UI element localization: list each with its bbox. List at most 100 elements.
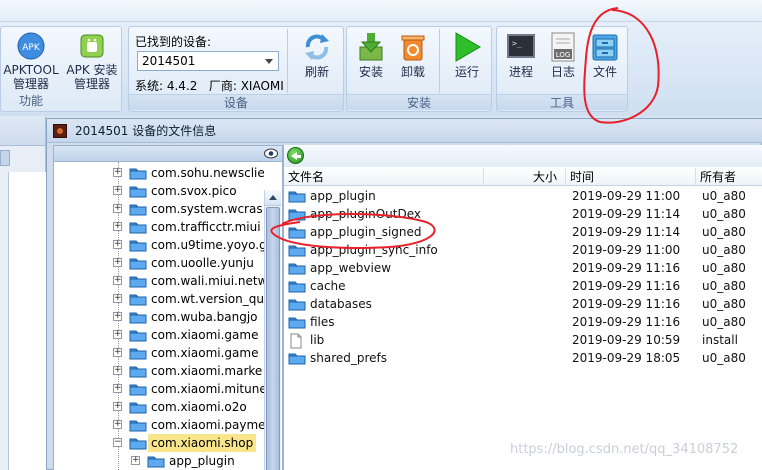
file-row[interactable]: app_plugin_signed 2019-09-29 11:14 u0_a80 bbox=[284, 223, 762, 241]
svg-text:APK: APK bbox=[22, 43, 41, 53]
tree-scrollbar[interactable] bbox=[264, 190, 281, 470]
background-pane-button[interactable] bbox=[0, 150, 10, 166]
column-header-time[interactable]: 时间 bbox=[566, 168, 696, 186]
tree-item[interactable]: + com.wuba.bangjo bbox=[54, 308, 264, 326]
tree-item[interactable]: + com.xiaomi.payme bbox=[54, 416, 266, 434]
expand-toggle-icon[interactable]: + bbox=[113, 240, 122, 249]
refresh-button[interactable]: 刷新 bbox=[295, 31, 339, 79]
expand-toggle-icon[interactable]: − bbox=[113, 438, 122, 447]
expand-toggle-icon[interactable]: + bbox=[113, 222, 122, 231]
group-divider bbox=[287, 29, 288, 93]
install-button[interactable]: 安装 bbox=[353, 31, 389, 79]
file-row[interactable]: app_plugin 2019-09-29 11:00 u0_a80 bbox=[284, 187, 762, 205]
file-time: 2019-09-29 10:59 bbox=[572, 333, 681, 347]
folder-icon bbox=[129, 436, 147, 450]
folder-icon bbox=[129, 184, 147, 198]
folder-icon bbox=[288, 225, 306, 239]
file-list-pane: 文件名 大小 时间 所有者 app_plugin 2019-09-29 11:00… bbox=[283, 145, 762, 470]
apk-install-manager-button[interactable]: APK 安装 管理器 bbox=[63, 31, 121, 91]
tree-item[interactable]: + app_plugin bbox=[54, 452, 264, 470]
scroll-up-icon[interactable] bbox=[265, 190, 281, 206]
back-arrow-icon[interactable] bbox=[287, 147, 304, 164]
file-row[interactable]: cache 2019-09-29 11:16 u0_a80 bbox=[284, 277, 762, 295]
file-owner: u0_a80 bbox=[702, 279, 746, 293]
run-button[interactable]: 运行 bbox=[447, 31, 487, 79]
tree-item[interactable]: + com.u9time.yoyo.g bbox=[54, 236, 267, 254]
expand-toggle-icon[interactable]: + bbox=[113, 276, 122, 285]
file-row[interactable]: lib 2019-09-29 10:59 install bbox=[284, 331, 762, 349]
install-icon bbox=[359, 33, 383, 61]
tree-item[interactable]: + com.xiaomi.mitune bbox=[54, 380, 267, 398]
tree-item[interactable]: + com.wt.version_qu bbox=[54, 290, 264, 308]
file-button[interactable]: 文件 bbox=[587, 31, 623, 79]
apktool-manager-button[interactable]: APK APKTOOL 管理器 bbox=[3, 31, 59, 91]
tree-item[interactable]: + com.xiaomi.game bbox=[54, 344, 264, 362]
run-label: 运行 bbox=[454, 65, 479, 79]
refresh-icon bbox=[305, 34, 329, 60]
expand-toggle-icon[interactable]: + bbox=[113, 384, 122, 393]
file-time: 2019-09-29 11:16 bbox=[572, 279, 681, 293]
folder-icon bbox=[147, 454, 165, 468]
tree-item[interactable]: + com.sohu.newsclie bbox=[54, 164, 265, 182]
package-tree[interactable]: + com.sohu.newsclie + com.svox.pico + com.sys… bbox=[53, 145, 283, 470]
tree-item-label: com.xiaomi.mitune bbox=[151, 382, 267, 396]
file-name: app_webview bbox=[310, 261, 392, 275]
ribbon-group-install: 安装 卸载 运行 安装 bbox=[346, 26, 492, 112]
ribbon-tab-strip bbox=[0, 0, 762, 22]
eye-icon[interactable] bbox=[264, 148, 278, 159]
tree-item-label: com.system.wcras bbox=[151, 202, 263, 216]
folder-icon bbox=[129, 238, 147, 252]
chevron-down-icon bbox=[265, 59, 273, 64]
dialog-title-bar[interactable]: 2014501 设备的文件信息 bbox=[47, 119, 762, 143]
file-time: 2019-09-29 18:05 bbox=[572, 351, 681, 365]
scrollbar-thumb[interactable] bbox=[266, 207, 280, 470]
file-name: app_plugin_signed bbox=[310, 225, 422, 239]
expand-toggle-icon[interactable]: + bbox=[113, 186, 122, 195]
tree-item[interactable]: + com.trafficctr.miui bbox=[54, 218, 264, 236]
tree-item-label: com.xiaomi.game bbox=[151, 328, 259, 342]
tree-item-label: com.xiaomi.marke bbox=[151, 364, 263, 378]
file-row[interactable]: app_webview 2019-09-29 11:16 u0_a80 bbox=[284, 259, 762, 277]
expand-toggle-icon[interactable]: + bbox=[113, 402, 122, 411]
tree-item[interactable]: − com.xiaomi.shop bbox=[54, 434, 264, 452]
expand-toggle-icon[interactable]: + bbox=[113, 366, 122, 375]
expand-toggle-icon[interactable]: + bbox=[113, 420, 122, 429]
tree-item[interactable]: + com.xiaomi.marke bbox=[54, 362, 264, 380]
file-row[interactable]: files 2019-09-29 11:16 u0_a80 bbox=[284, 313, 762, 331]
column-header-name[interactable]: 文件名 bbox=[284, 168, 484, 186]
expand-toggle-icon[interactable]: + bbox=[113, 330, 122, 339]
tree-item[interactable]: + com.system.wcras bbox=[54, 200, 264, 218]
folder-icon bbox=[129, 310, 147, 324]
background-pane-body bbox=[8, 172, 46, 470]
expand-toggle-icon[interactable]: + bbox=[131, 456, 140, 465]
file-row[interactable]: app_pluginOutDex 2019-09-29 11:14 u0_a80 bbox=[284, 205, 762, 223]
svg-text:>_: >_ bbox=[512, 39, 522, 48]
column-header-owner[interactable]: 所有者 bbox=[696, 168, 762, 186]
file-row[interactable]: app_plugin_sync_info 2019-09-29 11:00 u0_a… bbox=[284, 241, 762, 259]
file-name: databases bbox=[310, 297, 372, 311]
file-row[interactable]: shared_prefs 2019-09-29 18:05 u0_a80 bbox=[284, 349, 762, 367]
expand-toggle-icon[interactable]: + bbox=[113, 258, 122, 267]
expand-toggle-icon[interactable]: + bbox=[113, 294, 122, 303]
expand-toggle-icon[interactable]: + bbox=[113, 204, 122, 213]
apk-install-line2: 管理器 bbox=[73, 77, 110, 91]
tree-item[interactable]: + com.svox.pico bbox=[54, 182, 264, 200]
tree-item[interactable]: + com.xiaomi.o2o bbox=[54, 398, 264, 416]
tree-item[interactable]: + com.xiaomi.game bbox=[54, 326, 264, 344]
expand-toggle-icon[interactable]: + bbox=[113, 348, 122, 357]
folder-icon bbox=[129, 400, 147, 414]
folder-icon bbox=[129, 202, 147, 216]
file-row[interactable]: databases 2019-09-29 11:16 u0_a80 bbox=[284, 295, 762, 313]
tree-item[interactable]: + com.wali.miui.netw bbox=[54, 272, 267, 290]
install-label: 安装 bbox=[358, 65, 383, 79]
expand-toggle-icon[interactable]: + bbox=[113, 168, 122, 177]
column-header-size[interactable]: 大小 bbox=[484, 168, 566, 186]
expand-toggle-icon[interactable]: + bbox=[113, 312, 122, 321]
file-owner: u0_a80 bbox=[702, 261, 746, 275]
log-button[interactable]: LOG 日志 bbox=[545, 31, 581, 79]
uninstall-button[interactable]: 卸载 bbox=[395, 31, 431, 79]
folder-icon bbox=[288, 261, 306, 275]
process-button[interactable]: >_ 进程 bbox=[503, 31, 539, 79]
tree-item[interactable]: + com.uoolle.yunju bbox=[54, 254, 264, 272]
device-select[interactable]: 2014501 bbox=[137, 51, 279, 71]
